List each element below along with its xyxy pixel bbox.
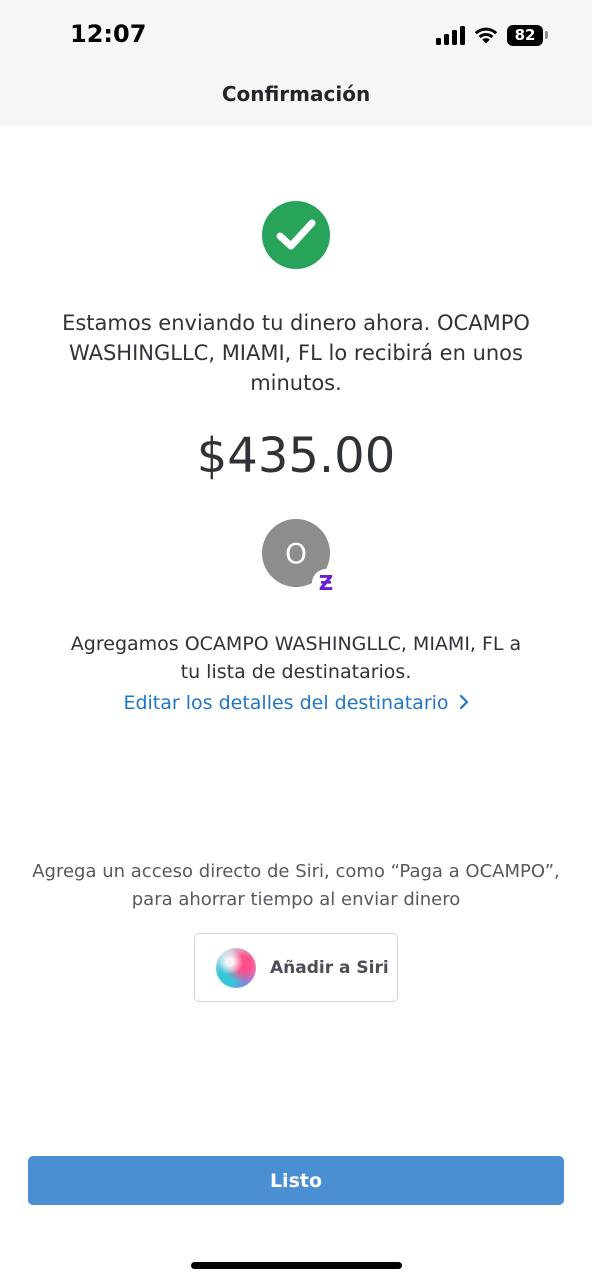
check-circle-icon xyxy=(262,201,330,269)
signal-icon xyxy=(436,25,465,45)
zelle-badge-icon: Ƶ xyxy=(312,569,340,597)
wifi-icon xyxy=(473,25,499,45)
siri-icon xyxy=(216,947,256,988)
done-button[interactable]: Listo xyxy=(28,1156,564,1205)
add-to-siri-button[interactable]: Añadir a Siri xyxy=(194,933,398,1002)
home-indicator[interactable] xyxy=(191,1262,402,1269)
recipient-added-text: Agregamos OCAMPO WASHINGLLC, MIAMI, FL a… xyxy=(70,633,522,683)
chevron-right-icon xyxy=(459,693,469,715)
battery-icon: 82 xyxy=(507,24,548,46)
status-bar: 12:07 82 xyxy=(0,0,592,72)
avatar-initial: O xyxy=(284,536,308,570)
add-to-siri-label: Añadir a Siri xyxy=(270,957,389,978)
confirmation-screen: 12:07 82 Confirmación Estamos enviando t… xyxy=(0,0,592,1280)
siri-hint: Agrega un acceso directo de Siri, como “… xyxy=(32,861,560,910)
confirmation-message: Estamos enviando tu dinero ahora. OCAMPO… xyxy=(62,311,530,395)
status-icons: 82 xyxy=(436,22,548,48)
amount: $435.00 xyxy=(196,428,396,484)
status-time: 12:07 xyxy=(70,20,147,48)
battery-level: 82 xyxy=(514,26,536,44)
edit-recipient-link[interactable]: Editar los detalles del destinatario xyxy=(0,692,592,715)
edit-recipient-label: Editar los detalles del destinatario xyxy=(123,692,449,714)
page-title: Confirmación xyxy=(221,82,371,106)
